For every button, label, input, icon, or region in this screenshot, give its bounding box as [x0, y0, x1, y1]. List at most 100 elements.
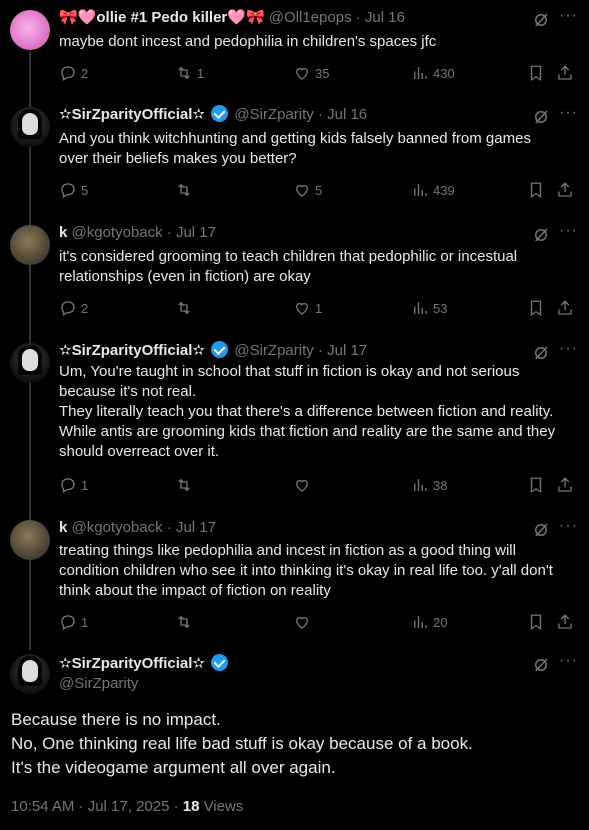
- avatar[interactable]: [10, 520, 50, 560]
- handle[interactable]: @SirZparity: [234, 342, 313, 359]
- date[interactable]: Jul 17: [176, 224, 216, 241]
- like-button[interactable]: [293, 475, 315, 495]
- reply-button[interactable]: 5: [59, 180, 88, 200]
- more-icon[interactable]: ···: [559, 104, 578, 122]
- display-name[interactable]: ✫SirZparityOfficial✫: [59, 106, 205, 123]
- grok-icon[interactable]: [532, 656, 550, 674]
- repost-button[interactable]: [175, 180, 197, 200]
- action-bar: 2 1 53: [59, 298, 579, 318]
- share-icon: [558, 300, 572, 315]
- more-icon[interactable]: ···: [559, 517, 578, 535]
- action-bar: 1 38: [59, 475, 579, 495]
- reply-button[interactable]: 2: [59, 298, 88, 318]
- share-button[interactable]: [556, 180, 574, 200]
- reply-text: it's considered grooming to teach childr…: [59, 248, 518, 285]
- repost-button[interactable]: [175, 298, 197, 318]
- handle[interactable]: @Oll1epops: [269, 9, 352, 26]
- share-icon: [558, 477, 572, 492]
- main-post-author: ✫SirZparityOfficial✫: [59, 654, 230, 674]
- handle[interactable]: @SirZparity: [234, 106, 313, 123]
- views-button[interactable]: 20: [411, 612, 447, 632]
- avatar[interactable]: [10, 225, 50, 265]
- reply-header: ✫SirZparityOfficial✫ @SirZparity · Jul 1…: [59, 341, 367, 361]
- reply-text: And you think witchhunting and getting k…: [59, 130, 531, 167]
- views-count: 430: [433, 65, 455, 81]
- post-timestamp[interactable]: 10:54 AM · Jul 17, 2025: [11, 798, 169, 815]
- reply-count: 5: [81, 182, 89, 198]
- handle[interactable]: @kgotyoback: [72, 519, 163, 536]
- display-name[interactable]: ollie #1 Pedo killer: [96, 9, 227, 26]
- verified-icon: [211, 105, 229, 122]
- date[interactable]: Jul 16: [327, 106, 367, 123]
- like-icon: [296, 67, 308, 80]
- separator: ·: [317, 342, 323, 359]
- more-icon[interactable]: ···: [559, 652, 578, 670]
- grok-icon[interactable]: [532, 226, 550, 244]
- avatar[interactable]: [10, 654, 50, 694]
- handle[interactable]: @SirZparity: [59, 674, 138, 694]
- bookmark-button[interactable]: [527, 298, 545, 318]
- date[interactable]: Jul 17: [327, 342, 367, 359]
- views-button[interactable]: 53: [411, 298, 447, 318]
- bookmark-icon: [530, 477, 542, 494]
- share-button[interactable]: [556, 612, 574, 632]
- verified-icon: [211, 654, 229, 671]
- share-button[interactable]: [556, 475, 574, 495]
- repost-button[interactable]: [175, 475, 197, 495]
- share-button[interactable]: [556, 63, 574, 83]
- reply-button[interactable]: 2: [59, 63, 88, 83]
- handle[interactable]: @kgotyoback: [72, 224, 163, 241]
- grok-icon[interactable]: [532, 521, 550, 539]
- like-count: 5: [315, 182, 323, 198]
- name-emoji-suffix: 🩷🎀: [227, 9, 265, 26]
- display-name[interactable]: k: [59, 224, 67, 241]
- more-icon[interactable]: ···: [559, 340, 578, 358]
- bookmark-button[interactable]: [527, 63, 545, 83]
- main-post-text: Because there is no impact. No, One thin…: [11, 710, 473, 777]
- bookmark-icon: [530, 65, 542, 82]
- like-button[interactable]: 35: [293, 63, 329, 83]
- verified-icon: [211, 341, 229, 358]
- bookmark-button[interactable]: [527, 475, 545, 495]
- reply-button[interactable]: 1: [59, 475, 88, 495]
- reply-button[interactable]: 1: [59, 612, 88, 632]
- grok-icon[interactable]: [532, 344, 550, 362]
- bookmark-icon: [530, 182, 542, 199]
- display-name[interactable]: ✫SirZparityOfficial✫: [59, 342, 205, 359]
- reply-header: k @kgotyoback · Jul 17: [59, 223, 216, 243]
- repost-icon: [178, 301, 190, 315]
- views-button[interactable]: 430: [411, 63, 455, 83]
- avatar[interactable]: [10, 107, 50, 147]
- share-icon: [558, 182, 572, 197]
- share-button[interactable]: [556, 298, 574, 318]
- bookmark-button[interactable]: [527, 612, 545, 632]
- avatar[interactable]: [10, 343, 50, 383]
- grok-icon[interactable]: [532, 11, 550, 29]
- repost-button[interactable]: [175, 612, 197, 632]
- like-button[interactable]: 1: [293, 298, 322, 318]
- display-name[interactable]: k: [59, 519, 67, 536]
- bookmark-icon: [530, 614, 542, 631]
- like-icon: [296, 479, 308, 492]
- grok-icon[interactable]: [532, 108, 550, 126]
- date[interactable]: Jul 16: [365, 9, 405, 26]
- date[interactable]: Jul 17: [176, 519, 216, 536]
- like-button[interactable]: 5: [293, 180, 322, 200]
- action-bar: 1 20: [59, 612, 579, 632]
- bookmark-button[interactable]: [527, 180, 545, 200]
- views-button[interactable]: 38: [411, 475, 447, 495]
- views-count: 20: [433, 614, 448, 630]
- avatar[interactable]: [10, 10, 50, 50]
- post-meta: 10:54 AM · Jul 17, 2025 · 18 Views: [11, 797, 243, 817]
- repost-button[interactable]: 1: [175, 63, 204, 83]
- like-button[interactable]: [293, 612, 315, 632]
- like-count: 35: [315, 65, 330, 81]
- more-icon[interactable]: ···: [559, 7, 578, 25]
- reply-icon: [61, 615, 75, 630]
- repost-icon: [178, 615, 190, 629]
- more-icon[interactable]: ···: [559, 222, 578, 240]
- separator: ·: [166, 519, 172, 536]
- display-name[interactable]: ✫SirZparityOfficial✫: [59, 655, 205, 672]
- separator: ·: [317, 106, 323, 123]
- views-button[interactable]: 439: [411, 180, 455, 200]
